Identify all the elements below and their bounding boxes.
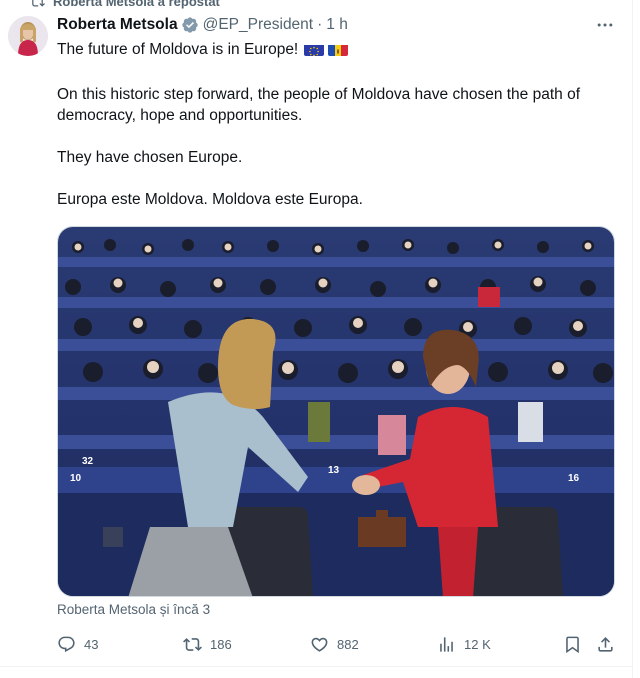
bookmark-icon — [566, 636, 579, 653]
views-count: 12 K — [464, 636, 491, 652]
svg-text:16: 16 — [568, 473, 580, 484]
repost-icon — [32, 0, 45, 7]
tweet-timestamp[interactable]: 1 h — [326, 16, 348, 34]
tweet-paragraph-4: Europa este Moldova. Moldova este Europa… — [57, 191, 363, 208]
tweet-paragraph-3: They have chosen Europe. — [57, 149, 243, 166]
repost-count: 186 — [210, 636, 232, 652]
moldova-flag-emoji — [328, 43, 349, 56]
tweet-divider — [0, 666, 632, 667]
tweet-first-line: The future of Moldova is in Europe! — [57, 41, 299, 58]
share-icon — [598, 636, 613, 652]
verified-badge-icon[interactable] — [181, 16, 199, 34]
more-dots-icon — [597, 23, 613, 27]
svg-text:13: 13 — [328, 465, 340, 476]
share-button[interactable] — [596, 632, 615, 656]
heart-icon — [311, 637, 328, 652]
author-handle[interactable]: @EP_President — [203, 16, 314, 34]
views-button[interactable]: 12 K — [437, 632, 491, 656]
svg-text:32: 32 — [82, 456, 94, 467]
bookmark-button[interactable] — [563, 632, 582, 656]
tweet-media-photo[interactable]: 10 32 16 13 — [57, 226, 615, 597]
reply-icon — [58, 636, 75, 652]
tweet-text-line1: The future of Moldova is in Europe! — [57, 39, 617, 60]
author-name[interactable]: Roberta Metsola — [57, 16, 178, 34]
views-chart-icon — [440, 636, 453, 652]
tweet-paragraph-2: On this historic step forward, the peopl… — [57, 86, 581, 124]
like-button[interactable]: 882 — [310, 632, 359, 656]
separator-dot: · — [317, 16, 323, 33]
tweet-header: Roberta Metsola @EP_President · 1 h — [57, 15, 348, 35]
reply-count: 43 — [84, 636, 99, 652]
repost-banner-text: Roberta Metsola a repostat — [53, 0, 220, 9]
repost-button[interactable]: 186 — [183, 632, 232, 656]
reply-button[interactable]: 43 — [57, 632, 98, 656]
repost-banner[interactable]: Roberta Metsola a repostat — [30, 0, 220, 9]
column-divider — [632, 0, 633, 678]
like-count: 882 — [337, 636, 359, 652]
media-tagged-people[interactable]: Roberta Metsola și încă 3 — [57, 602, 210, 617]
svg-text:10: 10 — [70, 473, 82, 484]
eu-flag-emoji — [304, 43, 325, 56]
repost-icon — [183, 637, 202, 651]
more-options-button[interactable] — [590, 14, 620, 36]
avatar[interactable] — [8, 16, 48, 56]
